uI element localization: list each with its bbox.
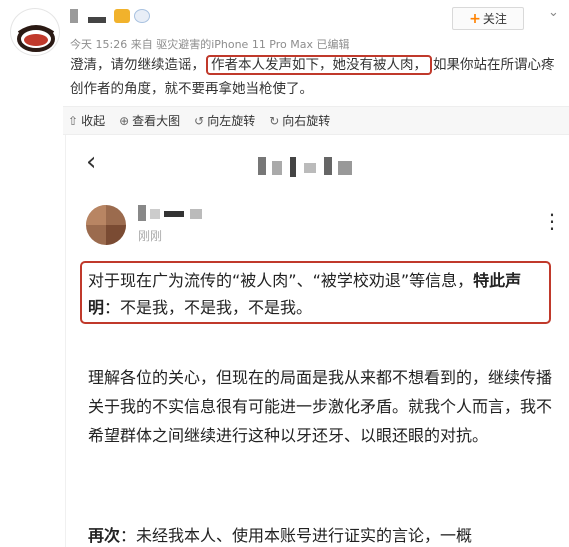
post-meta: 今天 15:26 来自 驱灾避害的iPhone 11 Pro Max 已编辑 bbox=[70, 38, 350, 51]
rotate-left-label: 向左旋转 bbox=[207, 114, 256, 128]
statement-text-2: ：不是我，不是我，不是我。 bbox=[104, 298, 313, 317]
rotate-left-icon: ↺ bbox=[194, 113, 205, 128]
chevron-down-icon[interactable]: ⌄ bbox=[548, 5, 559, 20]
paragraph-2-bold: 再次 bbox=[88, 526, 121, 545]
view-large-label: 查看大图 bbox=[132, 114, 181, 128]
paragraph-2: 再次：未经我本人、使用本账号进行证实的言论，一概 bbox=[88, 521, 556, 547]
paragraph-2-text: ：未经我本人、使用本账号进行证实的言论，一概 bbox=[120, 526, 473, 545]
collapse-icon: ⇧ bbox=[68, 113, 79, 128]
author-avatar bbox=[86, 205, 126, 245]
statement-text-1: 对于现在广为流传的“被人肉”、“被学校劝退”等信息， bbox=[88, 271, 474, 290]
follow-button[interactable]: + 关注 bbox=[452, 7, 524, 30]
censored-author-name bbox=[138, 203, 228, 221]
embedded-screenshot: ‹ 刚刚 ⋮ 对于现在广为流传的“被人肉”、“被学校劝退”等信息，特此声明：不是… bbox=[65, 135, 569, 547]
plus-icon: + bbox=[469, 10, 481, 27]
follow-label: 关注 bbox=[482, 12, 507, 26]
rotate-right-button[interactable]: ↻ 向右旋转 bbox=[269, 112, 330, 129]
post-text-line-1: 澄清，请勿继续造谣， 作者本人发声如下，她没有被人肉， 如果你站在所谓心疼 bbox=[70, 55, 555, 75]
username[interactable] bbox=[70, 7, 110, 25]
rotate-left-button[interactable]: ↺ 向左旋转 bbox=[194, 112, 255, 129]
post-text-line-2: 创作者的角度，就不要再拿她当枪使了。 bbox=[70, 81, 313, 97]
vip-badge-icon bbox=[114, 9, 130, 23]
post-text-after: 如果你站在所谓心疼 bbox=[433, 57, 555, 73]
more-vertical-icon: ⋮ bbox=[542, 209, 562, 233]
statement-box: 对于现在广为流传的“被人肉”、“被学校劝退”等信息，特此声明：不是我，不是我，不… bbox=[80, 261, 551, 324]
collapse-label: 收起 bbox=[81, 114, 106, 128]
post-time: 刚刚 bbox=[138, 229, 163, 243]
collapse-button[interactable]: ⇧ 收起 bbox=[68, 112, 105, 129]
back-arrow-icon: ‹ bbox=[86, 147, 97, 177]
view-large-button[interactable]: ⊕ 查看大图 bbox=[119, 112, 180, 129]
highlighted-text: 作者本人发声如下，她没有被人肉， bbox=[206, 55, 432, 75]
weibo-post: + 关注 ⌄ 今天 15:26 来自 驱灾避害的iPhone 11 Pro Ma… bbox=[0, 0, 569, 547]
rotate-right-icon: ↻ bbox=[269, 113, 280, 128]
rotate-right-label: 向右旋转 bbox=[282, 114, 331, 128]
paragraph-1: 理解各位的关心，但现在的局面是我从来都不想看到的，继续传播关于我的不实信息很有可… bbox=[88, 368, 553, 445]
censored-title bbox=[258, 155, 368, 179]
bunny-badge-icon bbox=[134, 9, 150, 23]
image-toolbar: ⇧ 收起 ⊕ 查看大图 ↺ 向左旋转 ↻ 向右旋转 bbox=[63, 106, 569, 135]
zoom-in-icon: ⊕ bbox=[119, 113, 130, 128]
avatar[interactable] bbox=[10, 8, 60, 56]
post-text-before: 澄清，请勿继续造谣， bbox=[70, 57, 205, 73]
